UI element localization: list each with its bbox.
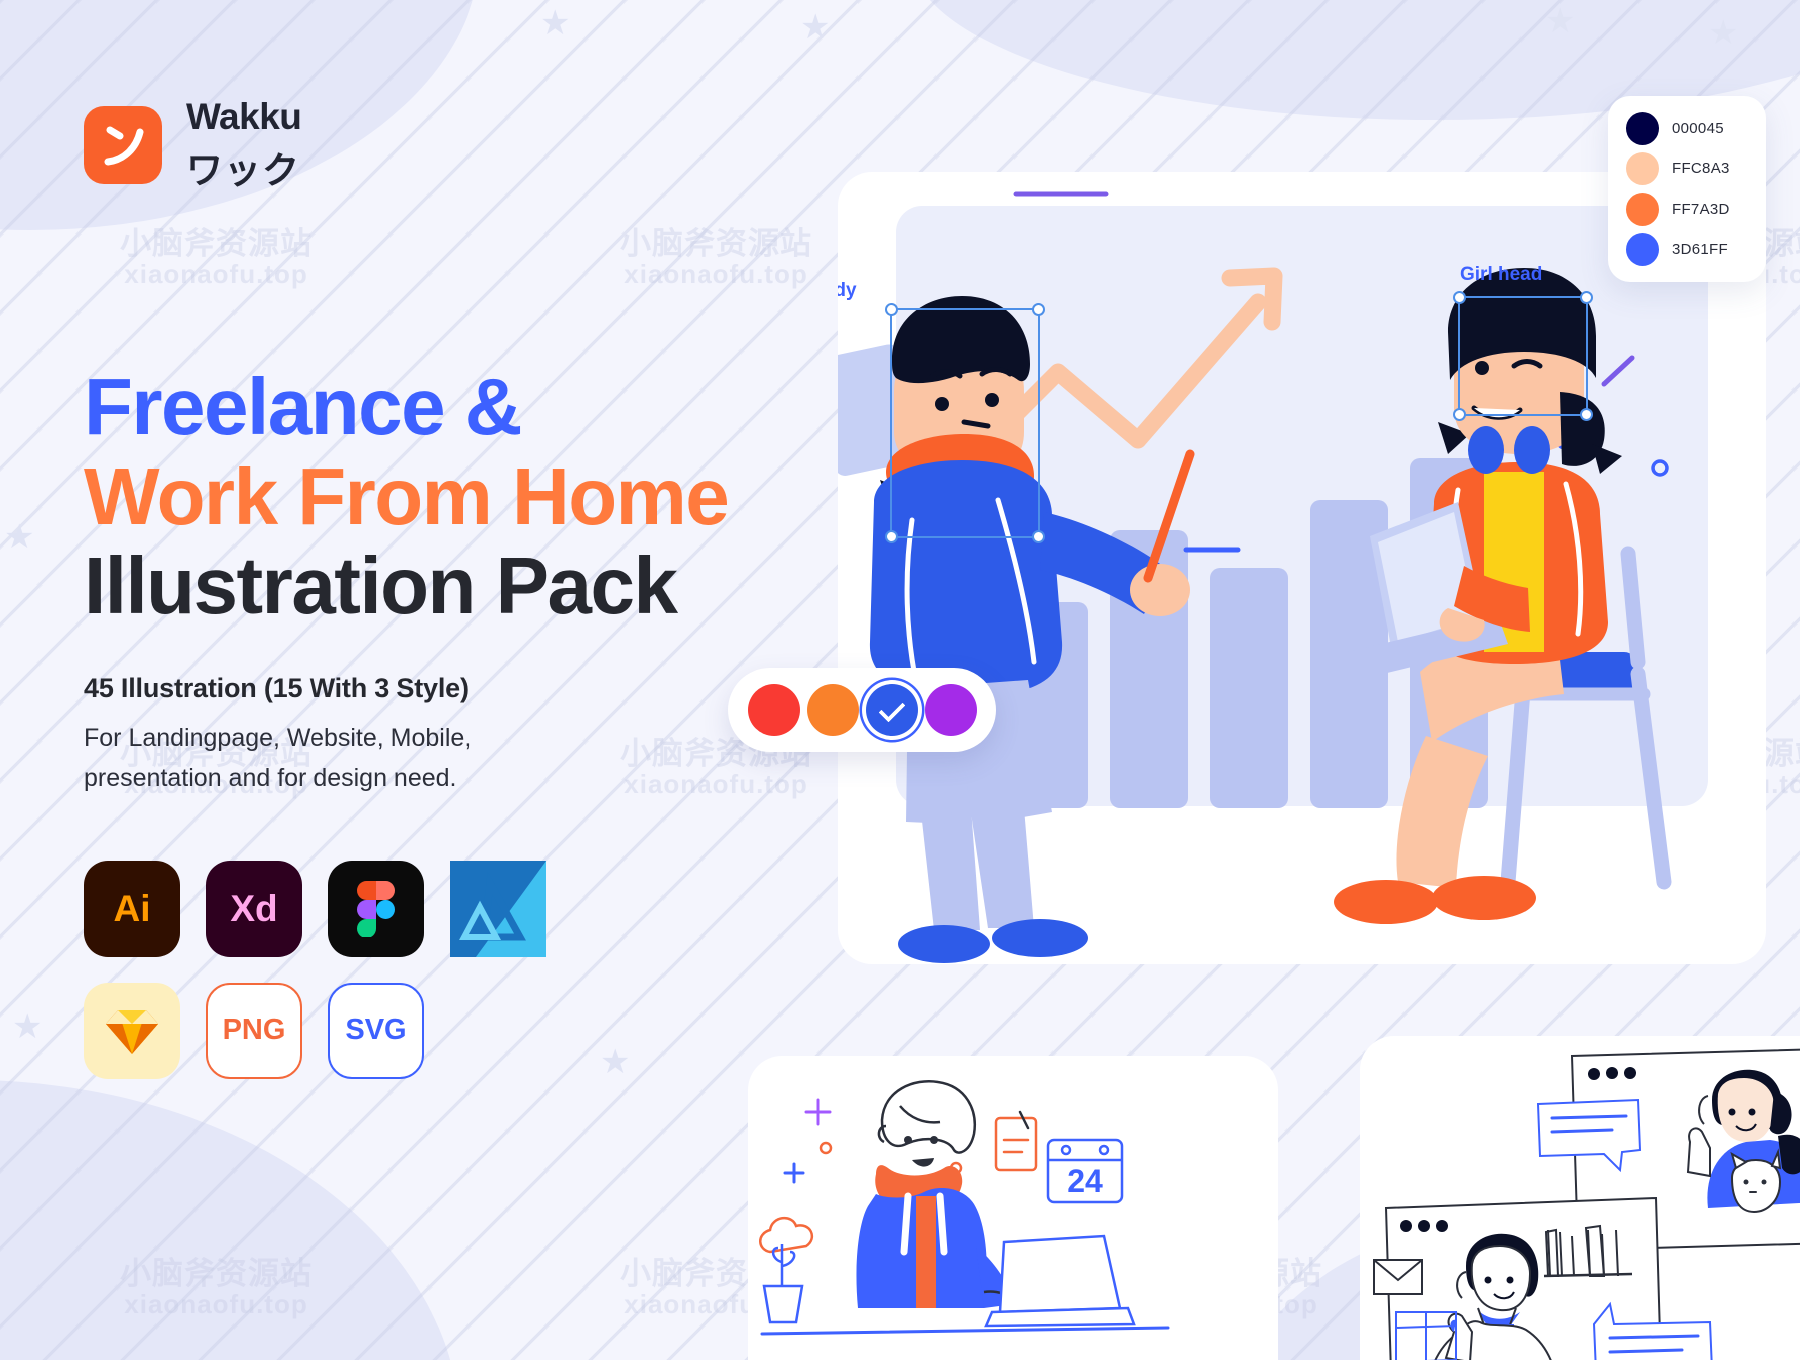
ai-icon: Ai [113,887,151,929]
swatch-orange[interactable] [806,684,859,736]
selection-label-boy-body: Boy body [838,280,857,301]
png-icon: PNG [222,1014,286,1047]
headline-line-3: Illustration Pack [84,541,678,631]
color-picker[interactable] [728,668,996,752]
star-icon: ★ [4,518,35,556]
palette-hex: FF7A3D [1672,200,1730,218]
palette-swatch [1626,112,1659,145]
brand-name-latin: Wakku [186,96,302,137]
star-icon: ★ [1545,2,1576,40]
brand-lockup: Wakku ワック [84,96,804,194]
palette-swatch [1626,152,1659,186]
adobe-xd-badge[interactable]: Xd [206,860,302,957]
star-icon: ★ [12,1008,43,1046]
palette-row[interactable]: FFC8A3 [1608,152,1766,186]
palette-row[interactable]: 000045 [1608,112,1766,145]
video-call-illustration-card [1360,1036,1800,1360]
palette-hex: 000045 [1672,120,1724,137]
format-badge-row-2: PNG SVG [84,982,804,1079]
illustration-count: 45 Illustration (15 With 3 Style) [84,672,469,703]
hero-left-column: Wakku ワック Freelance & Work From Home Ill… [84,96,804,1079]
png-badge[interactable]: PNG [206,982,302,1079]
swatch-purple[interactable] [924,684,977,736]
palette-row[interactable]: FF7A3D [1608,192,1766,226]
adobe-illustrator-badge[interactable]: Ai [84,860,180,957]
brand-name-japanese: ワック [186,150,300,191]
description-line-2: presentation and for design need. [84,764,457,793]
sketch-diamond-icon [106,1009,158,1054]
figma-badge[interactable] [328,860,424,957]
sketch-badge[interactable] [84,982,180,1079]
affinity-designer-icon [450,860,546,957]
selection-label-girl-head: Girl head [1460,264,1543,285]
svg-badge[interactable]: SVG [328,982,424,1079]
xd-icon: Xd [230,887,278,929]
palette-hex: 3D61FF [1672,240,1728,258]
headline-line-2: Work From Home [84,451,730,541]
palette-swatch [1626,192,1659,226]
swatch-blue[interactable] [865,684,918,736]
selection-box-boy-body[interactable] [885,303,1045,543]
star-icon: ★ [1708,14,1739,52]
page-title: Freelance & Work From Home Illustration … [84,362,804,631]
swatch-red[interactable] [747,684,800,736]
video-call-illustration [1373,1048,1800,1360]
headline-line-1: Freelance & [84,362,523,451]
wakku-logo-icon [84,106,162,184]
description-line-1: For Landingpage, Website, Mobile, [84,723,472,752]
desk-work-illustration: 24 [759,1080,1170,1336]
palette-row[interactable]: 3D61FF [1608,232,1766,266]
format-badge-row-1: Ai Xd [84,860,804,957]
description-text: For Landingpage, Website, Mobile, presen… [84,718,804,799]
star-icon: ★ [540,4,571,42]
affinity-designer-badge[interactable] [450,860,546,957]
desk-work-illustration-card: 24 [748,1056,1278,1360]
palette-swatch [1626,232,1659,266]
star-icon: ★ [800,8,831,46]
color-palette-legend: 000045 FFC8A3 FF7A3D 3D61FF [1608,96,1766,282]
main-illustration-card: Boy body Girl head [838,172,1766,964]
main-illustration [838,191,1708,963]
palette-hex: FFC8A3 [1672,160,1730,178]
calendar-day-number: 24 [1067,1163,1103,1199]
figma-icon [357,880,395,937]
selection-box-girl-head[interactable] [1453,291,1593,421]
svg-icon: SVG [345,1014,407,1047]
